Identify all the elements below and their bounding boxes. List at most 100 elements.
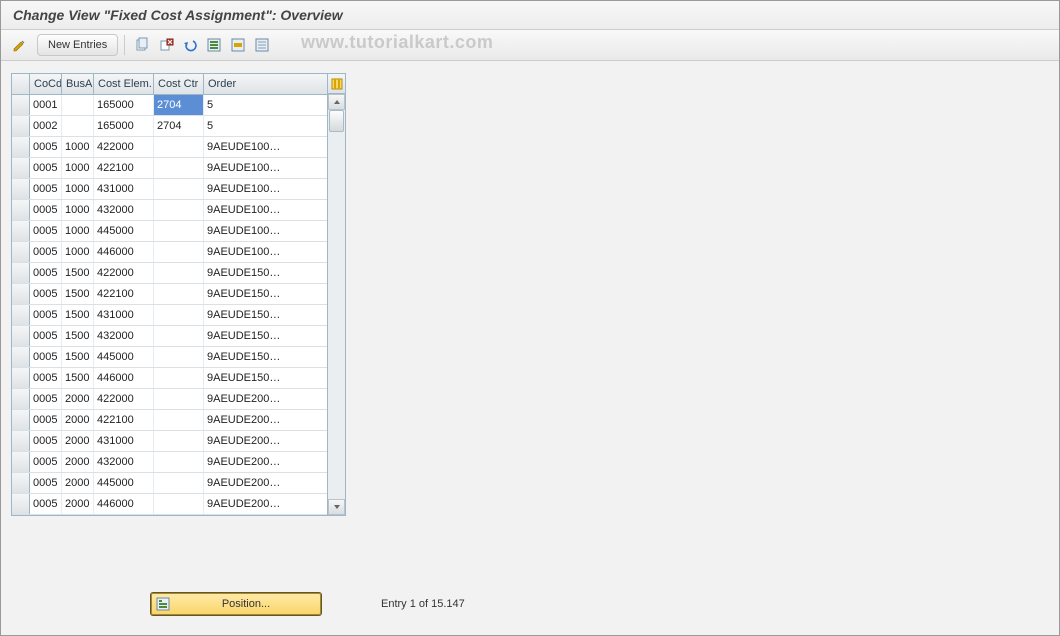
row-selector[interactable] [12, 473, 30, 493]
cell-cost-ctr[interactable] [154, 326, 204, 346]
cell-order[interactable]: 9AEUDE150… [204, 263, 327, 283]
cell-cost-ctr[interactable] [154, 389, 204, 409]
row-selector[interactable] [12, 494, 30, 514]
row-selector[interactable] [12, 200, 30, 220]
cell-cocd[interactable]: 0005 [30, 242, 62, 262]
cell-busa[interactable]: 1500 [62, 284, 94, 304]
cell-busa[interactable]: 2000 [62, 431, 94, 451]
col-header-cost-elem[interactable]: Cost Elem. [94, 74, 154, 94]
cell-busa[interactable]: 2000 [62, 389, 94, 409]
cell-cost-ctr[interactable] [154, 158, 204, 178]
row-selector[interactable] [12, 137, 30, 157]
cell-cost-ctr[interactable] [154, 179, 204, 199]
row-selector[interactable] [12, 347, 30, 367]
col-header-cost-ctr[interactable]: Cost Ctr [154, 74, 204, 94]
cell-cocd[interactable]: 0001 [30, 95, 62, 115]
cell-order[interactable]: 9AEUDE200… [204, 494, 327, 514]
cell-order[interactable]: 9AEUDE100… [204, 137, 327, 157]
cell-cost-elem[interactable]: 422100 [94, 158, 154, 178]
cell-order[interactable]: 5 [204, 95, 327, 115]
vertical-scrollbar[interactable] [328, 94, 345, 515]
cell-cost-ctr[interactable] [154, 347, 204, 367]
row-selector[interactable] [12, 242, 30, 262]
row-selector[interactable] [12, 326, 30, 346]
row-selector[interactable] [12, 284, 30, 304]
col-header-busa[interactable]: BusA [62, 74, 94, 94]
cell-cost-ctr[interactable] [154, 368, 204, 388]
row-selector[interactable] [12, 452, 30, 472]
scroll-thumb[interactable] [329, 110, 344, 132]
cell-busa[interactable]: 1000 [62, 242, 94, 262]
cell-busa[interactable]: 2000 [62, 410, 94, 430]
cell-busa[interactable]: 1000 [62, 179, 94, 199]
cell-order[interactable]: 9AEUDE200… [204, 389, 327, 409]
scroll-down-button[interactable] [328, 499, 345, 515]
cell-busa[interactable] [62, 116, 94, 136]
row-selector[interactable] [12, 95, 30, 115]
cell-cost-ctr[interactable] [154, 221, 204, 241]
cell-busa[interactable]: 1000 [62, 158, 94, 178]
delete-button[interactable] [155, 35, 177, 55]
cell-cost-ctr[interactable] [154, 137, 204, 157]
cell-cocd[interactable]: 0005 [30, 347, 62, 367]
scroll-up-button[interactable] [328, 94, 345, 110]
row-selector[interactable] [12, 263, 30, 283]
cell-cost-ctr[interactable] [154, 494, 204, 514]
configure-columns-button[interactable] [328, 74, 345, 94]
cell-cocd[interactable]: 0005 [30, 326, 62, 346]
cell-cocd[interactable]: 0005 [30, 200, 62, 220]
cell-cocd[interactable]: 0005 [30, 410, 62, 430]
row-selector[interactable] [12, 368, 30, 388]
row-selector[interactable] [12, 179, 30, 199]
cell-cost-ctr[interactable] [154, 242, 204, 262]
cell-cost-ctr[interactable] [154, 410, 204, 430]
cell-cost-elem[interactable]: 432000 [94, 326, 154, 346]
cell-cocd[interactable]: 0005 [30, 221, 62, 241]
cell-cost-ctr[interactable] [154, 473, 204, 493]
cell-cost-ctr[interactable]: 2704 [154, 95, 204, 115]
row-selector[interactable] [12, 431, 30, 451]
cell-busa[interactable]: 2000 [62, 473, 94, 493]
cell-cocd[interactable]: 0005 [30, 431, 62, 451]
cell-busa[interactable]: 1500 [62, 347, 94, 367]
cell-cost-elem[interactable]: 422000 [94, 389, 154, 409]
toggle-display-change-button[interactable] [9, 35, 31, 55]
cell-cost-elem[interactable]: 445000 [94, 347, 154, 367]
cell-cocd[interactable]: 0005 [30, 284, 62, 304]
cell-busa[interactable]: 1500 [62, 263, 94, 283]
cell-order[interactable]: 9AEUDE200… [204, 473, 327, 493]
cell-cost-ctr[interactable]: 2704 [154, 116, 204, 136]
cell-cocd[interactable]: 0005 [30, 473, 62, 493]
cell-order[interactable]: 9AEUDE200… [204, 452, 327, 472]
position-button[interactable]: Position... [151, 593, 321, 615]
cell-cocd[interactable]: 0005 [30, 494, 62, 514]
cell-cost-elem[interactable]: 446000 [94, 368, 154, 388]
cell-cost-elem[interactable]: 422000 [94, 137, 154, 157]
cell-cost-elem[interactable]: 431000 [94, 179, 154, 199]
col-header-order[interactable]: Order [204, 74, 327, 94]
cell-order[interactable]: 9AEUDE100… [204, 179, 327, 199]
row-selector[interactable] [12, 389, 30, 409]
cell-cost-elem[interactable]: 446000 [94, 494, 154, 514]
select-block-button[interactable] [227, 35, 249, 55]
col-header-cocd[interactable]: CoCd [30, 74, 62, 94]
col-header-selector[interactable] [12, 74, 30, 94]
cell-busa[interactable]: 2000 [62, 452, 94, 472]
cell-busa[interactable] [62, 95, 94, 115]
row-selector[interactable] [12, 410, 30, 430]
cell-cost-elem[interactable]: 422100 [94, 410, 154, 430]
cell-cocd[interactable]: 0005 [30, 263, 62, 283]
row-selector[interactable] [12, 305, 30, 325]
cell-order[interactable]: 9AEUDE150… [204, 347, 327, 367]
cell-busa[interactable]: 1000 [62, 137, 94, 157]
cell-cost-ctr[interactable] [154, 431, 204, 451]
cell-cocd[interactable]: 0005 [30, 305, 62, 325]
cell-cost-elem[interactable]: 445000 [94, 473, 154, 493]
new-entries-button[interactable]: New Entries [37, 34, 118, 56]
cell-cost-ctr[interactable] [154, 305, 204, 325]
cell-cost-ctr[interactable] [154, 263, 204, 283]
cell-busa[interactable]: 1500 [62, 305, 94, 325]
cell-order[interactable]: 9AEUDE150… [204, 368, 327, 388]
cell-order[interactable]: 9AEUDE100… [204, 221, 327, 241]
row-selector[interactable] [12, 116, 30, 136]
